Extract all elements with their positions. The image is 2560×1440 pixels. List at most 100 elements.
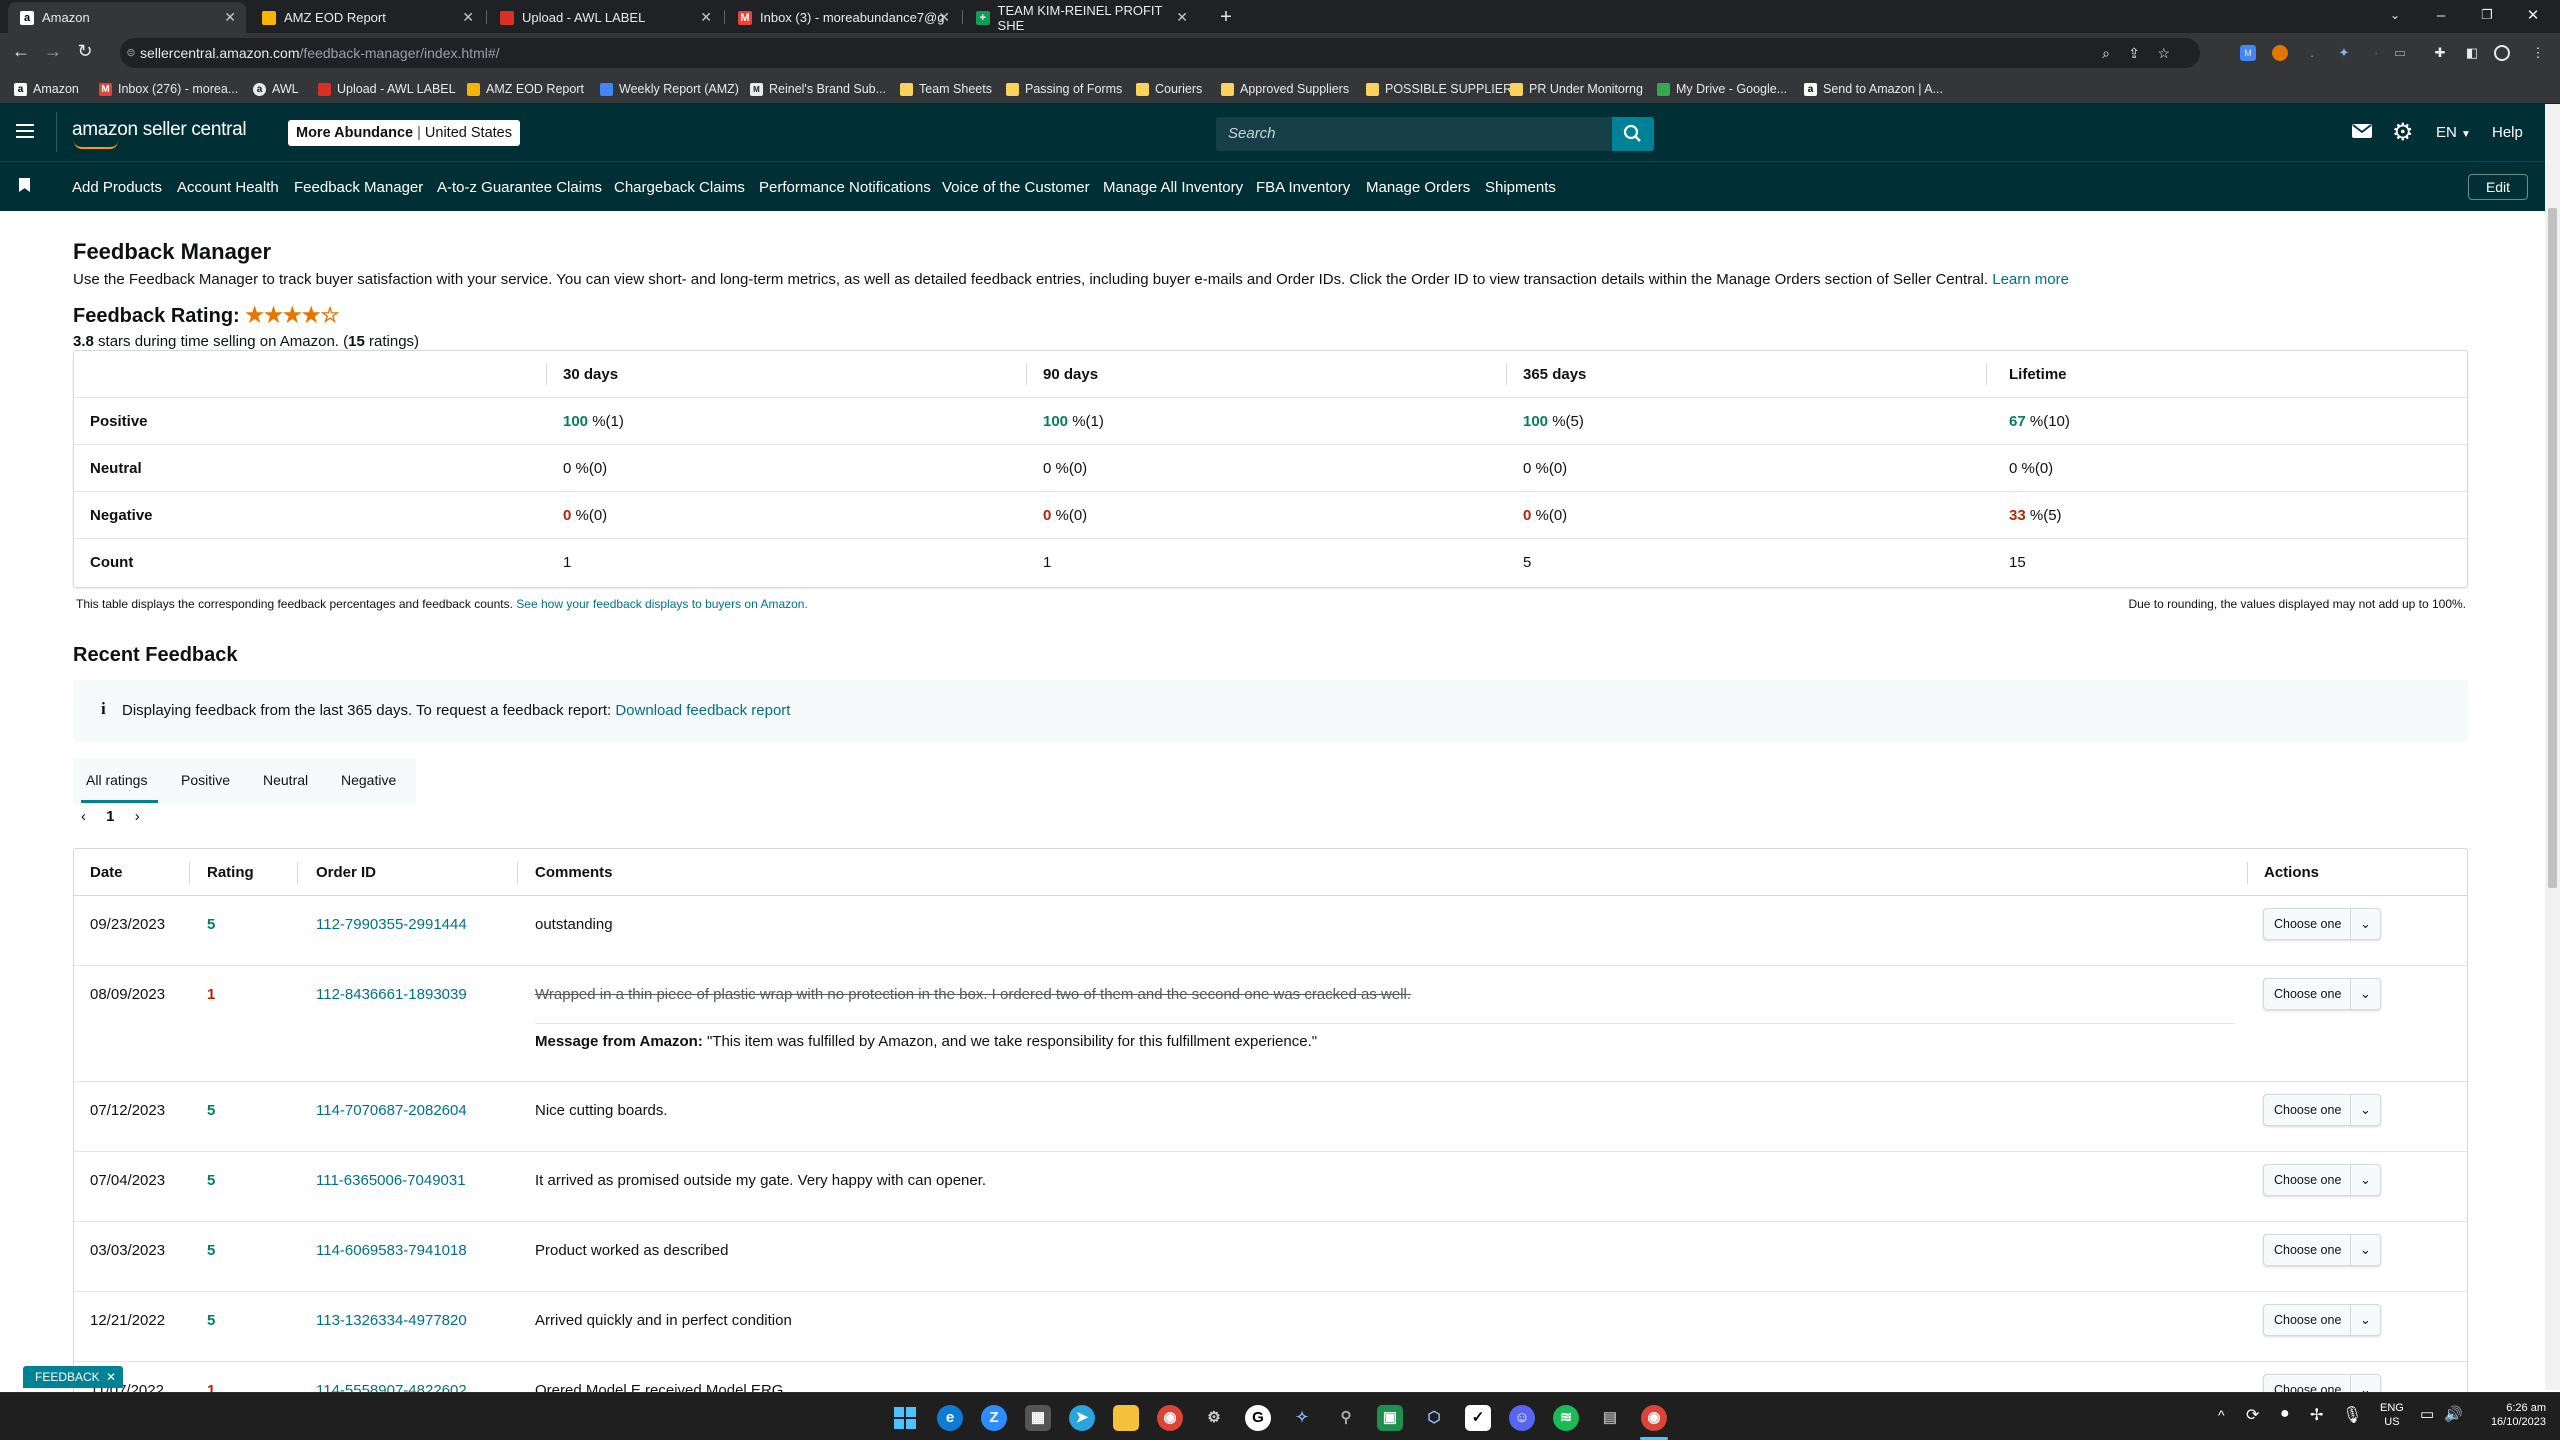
extension-icon[interactable] (2272, 45, 2288, 61)
nav-manage-orders[interactable]: Manage Orders (1366, 179, 1470, 196)
browser-tab-eod[interactable]: AMZ EOD Report ✕ (250, 2, 484, 33)
close-tab-icon[interactable]: ✕ (224, 9, 236, 26)
buyer-display-link[interactable]: See how your feedback displays to buyers… (516, 597, 808, 611)
app-icon[interactable]: ▣ (1377, 1405, 1403, 1431)
nav-atoz-claims[interactable]: A-to-z Guarantee Claims (437, 179, 602, 196)
order-id-link[interactable]: 112-7990355-2991444 (316, 916, 467, 933)
extension-icon[interactable]: M (2240, 45, 2256, 61)
bookmark-icon[interactable] (19, 178, 30, 192)
bookmark-eod[interactable]: AMZ EOD Report (467, 80, 584, 98)
close-tab-icon[interactable]: ✕ (938, 9, 950, 26)
search-input[interactable]: Search (1216, 117, 1612, 151)
extension-icon[interactable]: ∙ (2368, 45, 2384, 61)
tray-icon[interactable]: ● (2280, 1405, 2290, 1423)
nav-voice-of-customer[interactable]: Voice of the Customer (942, 179, 1090, 196)
hamburger-menu-icon[interactable] (16, 122, 34, 142)
bookmark-weekly[interactable]: Weekly Report (AMZ) (600, 80, 739, 98)
bookmark-awl[interactable]: a AWL (253, 80, 299, 98)
clock[interactable]: 6:26 am 16/10/2023 (2476, 1401, 2546, 1429)
scrollbar-thumb[interactable] (2548, 208, 2557, 888)
nav-performance-notifications[interactable]: Performance Notifications (759, 179, 931, 196)
close-tab-icon[interactable]: ✕ (462, 9, 474, 26)
nav-shipments[interactable]: Shipments (1485, 179, 1556, 196)
close-tab-icon[interactable]: ✕ (1176, 9, 1188, 26)
order-id-link[interactable]: 114-6069583-7941018 (316, 1242, 467, 1259)
back-arrow-icon[interactable]: ← (8, 41, 34, 62)
tab-neutral[interactable]: Neutral (263, 772, 308, 788)
nav-add-products[interactable]: Add Products (72, 179, 162, 196)
tab-negative[interactable]: Negative (341, 772, 396, 788)
help-link[interactable]: Help (2492, 124, 2523, 141)
learn-more-link[interactable]: Learn more (1992, 271, 2069, 288)
action-dropdown[interactable]: Choose one ⌄ (2263, 1304, 2381, 1336)
edge-icon[interactable]: e (937, 1405, 963, 1431)
bookmark-inbox[interactable]: M Inbox (276) - morea... (99, 80, 238, 98)
app-icon[interactable]: ▤ (1597, 1405, 1623, 1431)
bookmark-possible-supplier[interactable]: POSSIBLE SUPPLIER (1366, 80, 1512, 98)
bookmark-upload-awl[interactable]: Upload - AWL LABEL (318, 80, 456, 98)
tab-search-icon[interactable]: ⌄ (2372, 0, 2418, 30)
seller-central-logo[interactable]: amazon seller central (72, 119, 247, 149)
tab-all-ratings[interactable]: All ratings (86, 772, 147, 788)
bookmark-star-icon[interactable]: ☆ (2157, 38, 2170, 68)
zoom-app-icon[interactable]: Z (981, 1405, 1007, 1431)
tray-icon[interactable]: ⟳ (2246, 1405, 2259, 1425)
chevron-right-icon[interactable]: › (135, 808, 140, 825)
bookmark-brand[interactable]: M Reinel's Brand Sub... (750, 80, 886, 98)
profile-avatar-icon[interactable] (2494, 45, 2510, 61)
order-id-link[interactable]: 111-6365006-7049031 (316, 1172, 466, 1189)
app-icon[interactable]: G (1245, 1405, 1271, 1431)
chrome-icon[interactable]: ◉ (1157, 1405, 1183, 1431)
discord-icon[interactable]: ☺ (1509, 1405, 1535, 1431)
browser-tab-gmail[interactable]: M Inbox (3) - moreabundance7@g ✕ (726, 2, 960, 33)
zoom-icon[interactable]: ⌕ (2102, 38, 2110, 68)
forward-arrow-icon[interactable]: → (40, 41, 66, 62)
tray-icon[interactable]: ✢ (2310, 1405, 2323, 1425)
bookmark-pr-monitoring[interactable]: PR Under Monitorng (1510, 80, 1643, 98)
account-switcher[interactable]: More Abundance | United States (288, 120, 520, 146)
bookmark-approved-suppliers[interactable]: Approved Suppliers (1221, 80, 1349, 98)
site-info-icon[interactable]: ⊜ (120, 38, 142, 68)
feedback-button[interactable]: FEEDBACK ✕ (23, 1366, 123, 1388)
page-number[interactable]: 1 (106, 808, 114, 825)
language-indicator[interactable]: ENG US (2380, 1401, 2404, 1429)
network-icon[interactable]: ▭ (2420, 1405, 2434, 1423)
download-report-link[interactable]: Download feedback report (615, 702, 790, 719)
edit-nav-button[interactable]: Edit (2468, 174, 2528, 200)
volume-icon[interactable]: 🔊 (2444, 1405, 2463, 1423)
close-icon[interactable]: ✕ (106, 1366, 116, 1388)
language-selector[interactable]: EN ▼ (2436, 124, 2471, 141)
nav-account-health[interactable]: Account Health (177, 179, 279, 196)
nav-chargeback-claims[interactable]: Chargeback Claims (614, 179, 745, 196)
extension-icon[interactable]: . (2304, 45, 2320, 61)
browser-tab-sheets[interactable]: + TEAM KIM-REINEL PROFIT SHE ✕ (964, 2, 1198, 33)
minimize-button[interactable]: – (2418, 0, 2464, 30)
bookmark-my-drive[interactable]: My Drive - Google... (1657, 80, 1787, 98)
chevron-left-icon[interactable]: ‹ (81, 808, 86, 825)
settings-app-icon[interactable]: ⚙ (1201, 1405, 1227, 1431)
telegram-icon[interactable]: ➤ (1069, 1405, 1095, 1431)
action-dropdown[interactable]: Choose one ⌄ (2263, 1094, 2381, 1126)
side-panel-icon[interactable]: ◧ (2464, 45, 2480, 61)
calculator-icon[interactable]: ▦ (1025, 1405, 1051, 1431)
bookmark-passing-forms[interactable]: Passing of Forms (1006, 80, 1122, 98)
nav-feedback-manager[interactable]: Feedback Manager (294, 179, 423, 196)
extension-icon[interactable]: ✦ (2336, 45, 2352, 61)
restore-button[interactable]: ❐ (2464, 0, 2510, 30)
tab-positive[interactable]: Positive (181, 772, 230, 788)
bookmark-amazon[interactable]: a Amazon (14, 80, 79, 98)
new-tab-button[interactable]: + (1208, 2, 1244, 33)
windows-start-icon[interactable] (892, 1405, 918, 1431)
microphone-icon[interactable]: 🎙 (2342, 1405, 2362, 1425)
gear-icon[interactable]: ⚙ (2392, 118, 2414, 147)
chrome-menu-icon[interactable]: ⋮ (2530, 45, 2546, 61)
order-id-link[interactable]: 112-8436661-1893039 (316, 986, 467, 1003)
app-icon[interactable]: ✧ (1289, 1405, 1315, 1431)
browser-tab-awl[interactable]: Upload - AWL LABEL ✕ (488, 2, 722, 33)
spotify-icon[interactable]: ≋ (1553, 1405, 1579, 1431)
action-dropdown[interactable]: Choose one ⌄ (2263, 1164, 2381, 1196)
close-tab-icon[interactable]: ✕ (700, 9, 712, 26)
extension-icon[interactable]: ▭ (2392, 45, 2408, 61)
file-explorer-icon[interactable] (1113, 1405, 1139, 1431)
tray-chevron-up-icon[interactable]: ^ (2218, 1407, 2225, 1423)
